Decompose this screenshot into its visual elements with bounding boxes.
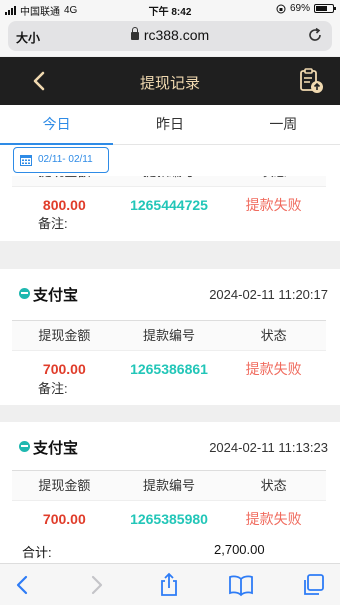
remark-label: 备注: [38, 381, 68, 396]
total-bar: 合计: 2,700.00 [0, 536, 340, 563]
payment-method: 支付宝 [33, 440, 79, 457]
record-time: 2024-02-11 11:20:17 [209, 287, 328, 302]
col-order-no: 提款编号 [143, 478, 196, 493]
tab-yesterday[interactable]: 昨日 [113, 105, 226, 144]
withdrawal-list: 提现金额 提款编号 状态 800.00 1265444725 提款失败 备注: … [0, 176, 340, 536]
col-amount: 提现金额 [38, 478, 91, 493]
date-tabs: 今日 昨日 一周 [0, 105, 340, 145]
col-amount: 提现金额 [12, 176, 117, 186]
order-number: 1265444725 [130, 197, 208, 213]
browser-toolbar [0, 563, 340, 605]
col-order-no: 提款编号 [117, 176, 222, 186]
order-number: 1265386861 [130, 361, 208, 377]
col-status: 状态 [221, 176, 326, 186]
date-filter-row: 02/11- 02/11 [0, 145, 340, 176]
status-bar: 中国联通 4G 下午 8:42 69% [0, 0, 340, 18]
tab-week[interactable]: 一周 [227, 105, 340, 144]
record-time: 2024-02-11 11:13:23 [209, 440, 328, 455]
browser-back-icon[interactable] [10, 572, 36, 598]
record-card: 支付宝 2024-02-11 11:20:17 提现金额 提款编号 状态 700… [0, 269, 340, 405]
status-value: 提款失败 [245, 361, 302, 377]
tabs-icon[interactable] [301, 572, 327, 598]
orientation-lock-icon [276, 4, 286, 13]
record-card: 支付宝 2024-02-11 11:13:23 提现金额 提款编号 状态 700… [0, 422, 340, 536]
table-header: 提现金额 提款编号 状态 [12, 321, 326, 351]
col-status: 状态 [260, 478, 287, 493]
table-header: 提现金额 提款编号 状态 [12, 471, 326, 501]
lock-icon [130, 27, 139, 40]
status-value: 提款失败 [245, 511, 302, 527]
bookmarks-icon[interactable] [228, 572, 254, 598]
table-header: 提现金额 提款编号 状态 [12, 176, 326, 187]
alipay-icon [19, 441, 30, 452]
share-icon[interactable] [156, 572, 182, 598]
date-range-text: 02/11- 02/11 [38, 154, 93, 165]
col-amount: 提现金额 [38, 328, 91, 343]
order-number: 1265385980 [130, 511, 208, 527]
browser-address-area: 大小 rc388.com [0, 18, 340, 56]
battery-percent: 69% [289, 3, 310, 14]
calendar-icon [20, 155, 32, 166]
document-upload-icon[interactable] [298, 67, 324, 95]
page-title: 提现记录 [139, 75, 200, 92]
amount-value: 700.00 [42, 511, 86, 527]
payment-method: 支付宝 [33, 287, 79, 304]
total-value: 2,700.00 [214, 542, 265, 557]
record-card: 提现金额 提款编号 状态 800.00 1265444725 提款失败 备注: [0, 176, 340, 241]
status-value: 提款失败 [245, 197, 302, 213]
browser-forward-icon[interactable] [83, 572, 109, 598]
reload-icon[interactable] [306, 26, 324, 44]
url-text[interactable]: rc388.com [144, 27, 209, 43]
col-order-no: 提款编号 [143, 328, 196, 343]
total-label: 合计: [22, 545, 52, 560]
address-bar[interactable]: 大小 rc388.com [8, 21, 332, 51]
remark-label: 备注: [38, 216, 68, 231]
table-row: 700.00 1265385980 提款失败 [12, 501, 326, 536]
tab-today[interactable]: 今日 [0, 105, 114, 145]
col-status: 状态 [260, 328, 287, 343]
date-range-button[interactable]: 02/11- 02/11 [13, 147, 109, 173]
battery-icon [314, 4, 336, 13]
alipay-icon [19, 288, 30, 299]
app-header: 提现记录 [0, 57, 340, 105]
